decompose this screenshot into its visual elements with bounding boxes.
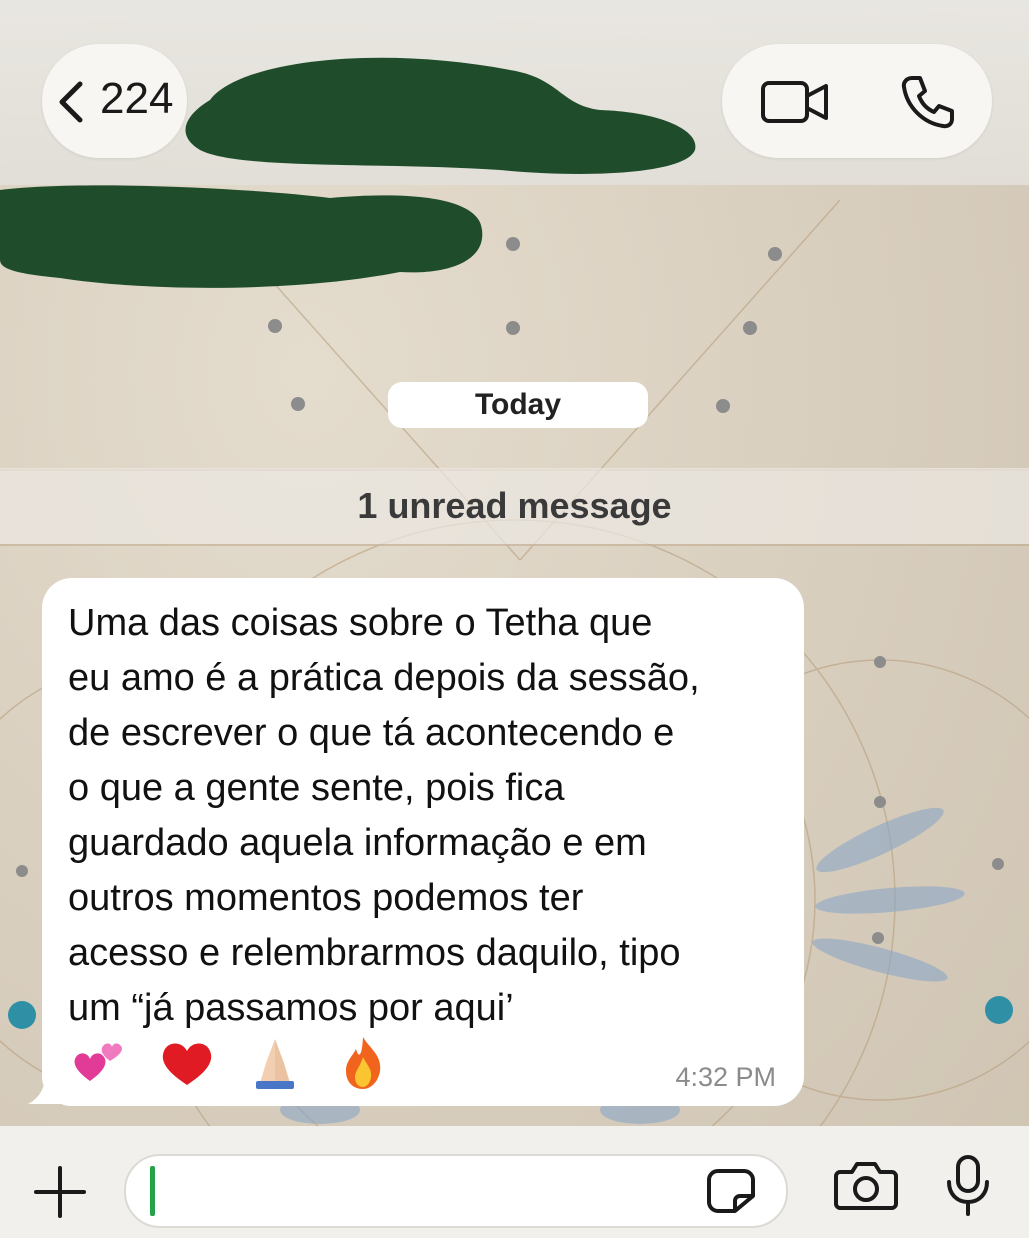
fire-emoji bbox=[334, 1033, 392, 1091]
call-actions bbox=[722, 44, 992, 158]
folded-hands-emoji bbox=[246, 1033, 304, 1091]
plus-icon[interactable] bbox=[32, 1164, 88, 1220]
incoming-message-bubble[interactable]: Uma das coisas sobre o Tetha que eu amo … bbox=[42, 578, 804, 1106]
message-timestamp: 4:32 PM bbox=[675, 1062, 776, 1092]
unread-messages-banner: 1 unread message bbox=[0, 468, 1029, 544]
redacted-contact-name bbox=[185, 57, 696, 174]
message-text: Uma das coisas sobre o Tetha que eu amo … bbox=[68, 602, 700, 1029]
message-input[interactable] bbox=[124, 1154, 788, 1228]
text-caret bbox=[150, 1166, 155, 1216]
redacted-message-preview bbox=[0, 185, 483, 288]
red-heart-emoji bbox=[158, 1033, 216, 1091]
chevron-left-icon bbox=[59, 81, 83, 123]
back-button[interactable]: 224 bbox=[42, 44, 187, 158]
message-emoji-row bbox=[70, 1032, 392, 1092]
composer-bar bbox=[0, 1126, 1029, 1238]
sticker-icon[interactable] bbox=[706, 1168, 756, 1214]
video-camera-icon[interactable] bbox=[760, 78, 830, 126]
phone-icon[interactable] bbox=[898, 72, 958, 132]
two-hearts-emoji bbox=[70, 1033, 128, 1091]
camera-icon[interactable] bbox=[834, 1160, 898, 1210]
date-separator: Today bbox=[388, 382, 648, 428]
microphone-icon[interactable] bbox=[944, 1154, 992, 1218]
unread-chats-count: 224 bbox=[100, 74, 174, 123]
